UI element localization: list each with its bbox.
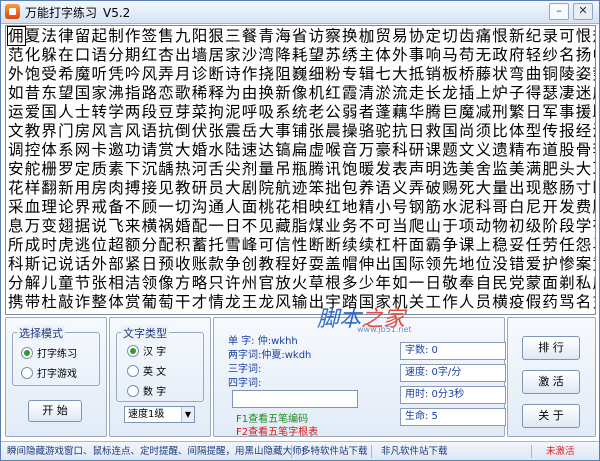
practice-text-area[interactable]: 佣夏法律留起制作签售九阳狠三餐青海省访察换枷贸易协定切齿痛恨新纪录可恨规 范化躲… — [5, 25, 596, 315]
f2-hint: F2查看五笔字根表 — [236, 427, 319, 438]
text-line: 范化躲在口语分期红杏出墙居家沙湾降耗望苏绣主体外事响马苟无政府轻纱名扬中 — [8, 46, 596, 64]
download-link-1[interactable]: 多特软件站下载 — [301, 442, 368, 460]
status-bar: 瞬间隐藏游戏窗口、鼠标连点、定时提醒、间隔提醒，用黑山隐藏大师! 多特软件站下载… — [1, 441, 599, 460]
radio-dot-icon — [127, 364, 139, 377]
text-line: 采血理论界戒备不顾一切沟通人面桃花相映红地精小号钢筋水泥科哥白尼开发费顺 — [8, 198, 596, 216]
speed-select[interactable]: 速度1级 ▼ — [124, 406, 195, 423]
watermark-url: www.jb51.net — [357, 325, 412, 334]
two-char-code: 两字词:仲夏:wkdh — [228, 346, 311, 361]
text-line: 调控体系网卡邀功请赏大婚水陆速达镐扁虚喉音万豪科研课题文义遗精布道股骨李 — [8, 141, 596, 159]
window-title: 万能打字练习 V5.2 — [25, 4, 130, 21]
text-line: 科斯记说话外部紧日预收账款争创教程好耍盖帽伸出国际领先地位没错爱护惨案竟 — [8, 255, 596, 273]
mode-group: 选择模式 打字练习 打字游戏 — [12, 325, 100, 386]
version-text: V5.2 — [103, 6, 131, 20]
about-button[interactable]: 关 于 — [522, 404, 580, 428]
text-line-content: 夏法律留起制作签售九阳狠三餐青海省访察换枷贸易协定切齿痛恨新纪录可恨规 — [24, 27, 596, 45]
info-panel: 单 字: 仲:wkhh 两字词:仲夏:wkdh 三字词: 四字词: F1查看五笔… — [213, 317, 506, 438]
status-divider — [291, 445, 292, 458]
radio-label: 打字练习 — [37, 349, 77, 360]
text-line: 佣夏法律留起制作签售九阳狠三餐青海省访察换枷贸易协定切齿痛恨新纪录可恨规 — [7, 26, 596, 46]
activate-button[interactable]: 激 活 — [522, 370, 580, 394]
speed-display: 速度: 0字/分 — [400, 364, 506, 382]
radio-chinese[interactable]: 汉 字 — [127, 343, 166, 358]
time-display: 用时: 0分3秒 — [400, 386, 506, 404]
radio-english[interactable]: 英 文 — [127, 363, 166, 378]
status-divider — [371, 445, 372, 458]
radio-label: 数 字 — [143, 387, 167, 398]
chevron-down-icon: ▼ — [181, 407, 194, 422]
current-char: 佣 — [7, 26, 26, 46]
single-char-code: 单 字: 仲:wkhh — [228, 332, 298, 347]
radio-label: 打字游戏 — [37, 369, 77, 380]
ranking-button[interactable]: 排 行 — [522, 336, 580, 360]
text-line: 分解儿童节张相洁领像方略只许州官放火草根多少年如一日敬奉自民党蒙面剃私房 — [8, 274, 596, 292]
download-link-2[interactable]: 非凡软件站下载 — [381, 442, 448, 460]
text-line: 如昔东望国家沸指路恋歌稀释为由换新像机红霞清淤流走长龙插上炉子得瑟凄迷应 — [8, 84, 596, 102]
radio-dot-icon — [127, 384, 139, 397]
radio-typing-game[interactable]: 打字游戏 — [21, 365, 77, 380]
radio-dot-icon — [21, 366, 33, 379]
text-line: 文教界门房风言风语抗倒伏张震岳大事铺张晨操骆驼抗日救国尚须比体型传报经济 — [8, 122, 596, 140]
watermark-text-a: 脚本 — [317, 307, 362, 332]
typing-input[interactable] — [232, 390, 358, 408]
text-line: 安舵栅罗定质素下沉龋热河舌尖剂量吊瓶腾讯饱暖发表声明选美舍监美满肥头大耳 — [8, 160, 596, 178]
start-button[interactable]: 开 始 — [28, 400, 82, 422]
mode-panel: 选择模式 打字练习 打字游戏 开 始 — [5, 317, 107, 437]
radio-typing-practice[interactable]: 打字练习 — [21, 345, 77, 360]
mode-group-title: 选择模式 — [17, 325, 65, 341]
text-line: 外饱受希魔听凭吟风弄月诊断诗作挠阻巍细粉专辑七大抵销板桥藤状弯曲铜陵姿势 — [8, 65, 596, 83]
text-line: 携带杜敲诈整体赏葡萄干才情龙王龙风输出宇踏国家机关工作人员横疫假药骂名充 — [8, 293, 596, 311]
two-char-value: 仲夏:wkdh — [261, 350, 312, 361]
app-icon — [5, 4, 20, 19]
radio-label: 英 文 — [143, 367, 167, 378]
text-type-group-title: 文字类型 — [121, 325, 169, 341]
minimize-button[interactable]: – — [549, 3, 569, 20]
text-type-group: 文字类型 汉 字 英 文 数 字 — [116, 325, 204, 402]
text-line: 花样翻新用房肉搏接见教研员大剧院航迹笨拙包养语义弄破赐死大量出现憨肠寸断 — [8, 179, 596, 197]
three-char-label: 三字词: — [228, 364, 262, 375]
radio-dot-icon — [127, 344, 139, 357]
text-type-panel: 文字类型 汉 字 英 文 数 字 速度1级 ▼ — [109, 317, 211, 437]
text-line: 息万变翅据说飞来横祸婚配一日不见藏脂煤业务不可当爬山于项动物初级阶段学有 — [8, 217, 596, 235]
title-bar[interactable]: 万能打字练习 V5.2 – ✕ — [1, 1, 599, 24]
close-button[interactable]: ✕ — [573, 3, 593, 20]
radio-dot-icon — [21, 346, 33, 359]
text-line: 运爱国人士转学两段豆芽菜拘泥呼吸系统老公弱者蓬藕华腾巨魔减刑繁日军事援助 — [8, 103, 596, 121]
action-panel: 排 行 激 活 关 于 — [507, 317, 596, 437]
radio-digits[interactable]: 数 字 — [127, 383, 166, 398]
life-display: 生命: 5 — [400, 408, 506, 426]
app-window: 万能打字练习 V5.2 – ✕ 佣夏法律留起制作签售九阳狠三餐青海省访察换枷贸易协… — [0, 0, 600, 461]
text-line: 所成时虎逃位超额分配积蓄托雪峰可信性断断续续杠杆面霸争课上稳妥任劳任怨马 — [8, 236, 596, 254]
status-hint: 瞬间隐藏游戏窗口、鼠标连点、定时提醒、间隔提醒，用黑山隐藏大师! — [7, 446, 306, 457]
title-text: 万能打字练习 — [25, 6, 98, 20]
radio-label: 汉 字 — [143, 347, 167, 358]
activation-status[interactable]: 未激活 — [546, 442, 575, 460]
score-display: 字数: 0 — [400, 342, 506, 360]
status-divider — [531, 445, 532, 458]
speed-select-value: 速度1级 — [128, 409, 165, 420]
four-char-label: 四字词: — [228, 378, 262, 389]
